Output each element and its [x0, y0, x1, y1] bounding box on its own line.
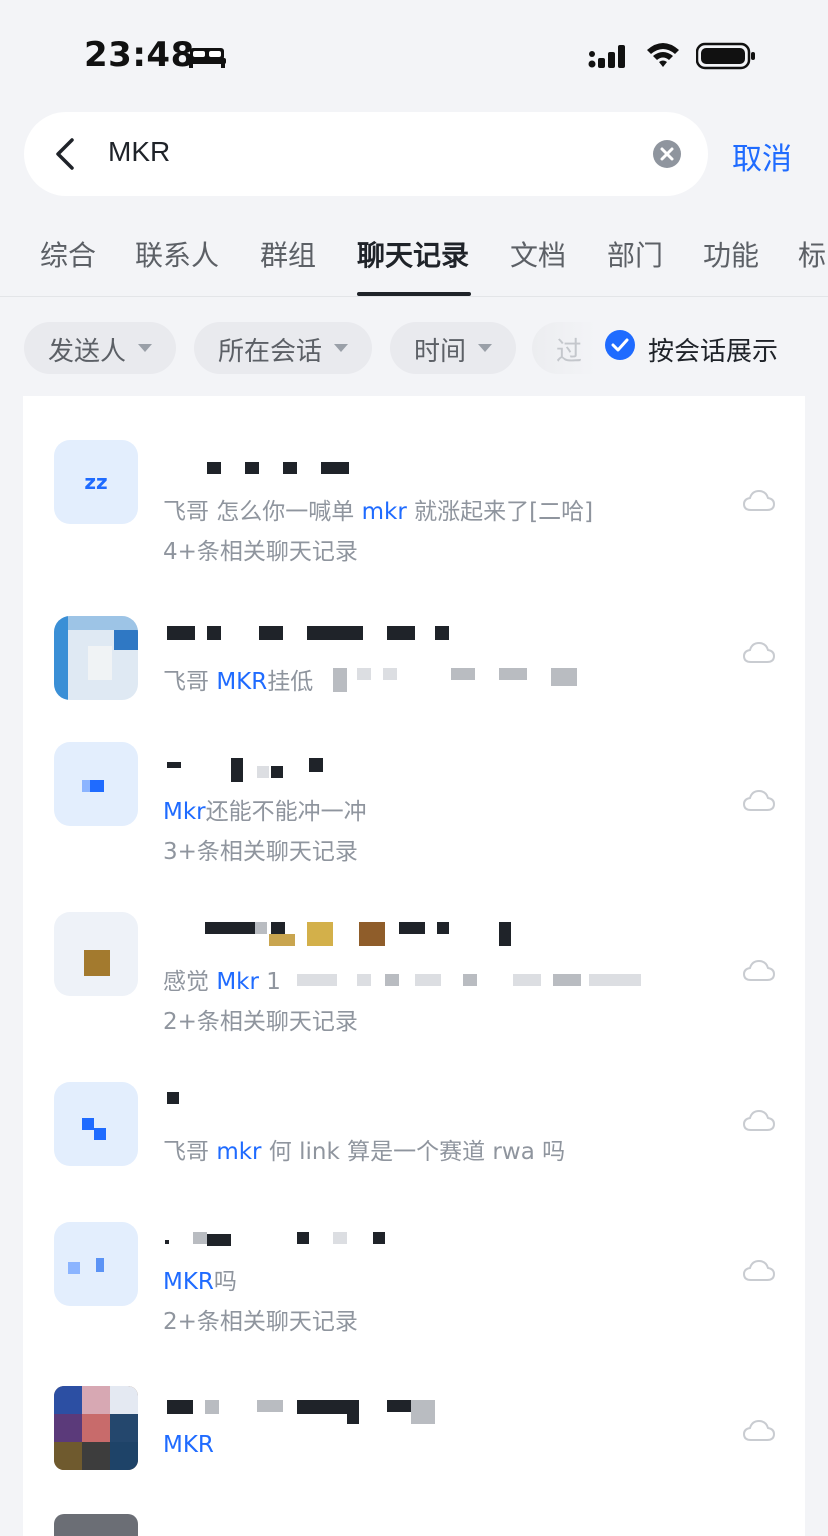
filter-more[interactable]: 过 [532, 322, 596, 374]
filter-time[interactable]: 时间 [390, 322, 516, 374]
avatar [54, 912, 138, 996]
related-count: 2+条相关聊天记录 [163, 1009, 358, 1035]
signal-icon [588, 45, 625, 68]
filter-sender-label: 发送人 [48, 337, 127, 367]
avatar [54, 1386, 138, 1470]
avatar [54, 1514, 138, 1536]
cloud-icon [743, 1420, 775, 1441]
conversation-title [163, 1400, 453, 1424]
message-snippet: 飞哥 MKR挂低 [163, 669, 314, 695]
tab-departments[interactable]: 部门 [607, 234, 663, 274]
tab-functions[interactable]: 功能 [703, 234, 759, 274]
avatar [54, 1222, 138, 1306]
list-item[interactable]: zz 飞哥 怎么你一喊单 mkr 就涨起来了[二哈] 4+条相关聊天记录 [23, 396, 805, 586]
related-count: 4+条相关聊天记录 [163, 539, 358, 565]
filter-conversation-label: 所在会话 [218, 337, 323, 367]
back-chevron-icon[interactable] [48, 134, 84, 174]
wifi-icon [647, 43, 679, 67]
filter-sender[interactable]: 发送人 [24, 322, 176, 374]
list-item[interactable]: MKR吗 2+条相关聊天记录 [23, 1206, 805, 1376]
caret-down-icon [478, 344, 492, 352]
cloud-icon [743, 1110, 775, 1131]
filter-time-label: 时间 [414, 337, 467, 367]
related-count: 3+条相关聊天记录 [163, 839, 358, 865]
filter-more-label: 过 [556, 337, 583, 367]
message-snippet: MKR [163, 1432, 214, 1458]
cloud-icon [743, 490, 775, 511]
conversation-title [163, 758, 363, 782]
status-bar: 23:48 [0, 0, 828, 110]
list-item[interactable]: 感觉 Mkr 1 2+条相关聊天记录 [23, 896, 805, 1066]
search-input[interactable]: MKR [108, 136, 170, 168]
list-item[interactable]: 飞哥 mkr 何 link 算是一个赛道 rwa 吗 [23, 1066, 805, 1206]
blurred-text [333, 668, 593, 692]
avatar [54, 1082, 138, 1166]
message-snippet: MKR吗 [163, 1269, 237, 1295]
list-item[interactable]: 飞哥 MKR挂低 [23, 596, 805, 726]
cloud-icon [743, 960, 775, 981]
tab-more[interactable]: 标 [798, 234, 826, 274]
message-snippet: 飞哥 怎么你一喊单 mkr 就涨起来了[二哈] [163, 499, 594, 525]
list-item[interactable] [23, 1514, 805, 1536]
divider [0, 296, 828, 297]
list-item[interactable]: MKR [23, 1376, 805, 1516]
tab-all[interactable]: 综合 [40, 234, 96, 274]
search-box[interactable]: MKR [24, 112, 708, 196]
cloud-icon [743, 1260, 775, 1281]
avatar [54, 742, 138, 826]
list-item[interactable]: Mkr还能不能冲一冲 3+条相关聊天记录 [23, 726, 805, 896]
cloud-icon [743, 642, 775, 663]
related-count: 2+条相关聊天记录 [163, 1309, 358, 1335]
tab-groups[interactable]: 群组 [260, 234, 316, 274]
message-snippet: 感觉 Mkr 1 [163, 969, 281, 995]
bed-icon [188, 48, 226, 68]
conversation-title [163, 460, 363, 476]
conversation-title [163, 626, 463, 642]
caret-down-icon [334, 344, 348, 352]
message-snippet: 飞哥 mkr 何 link 算是一个赛道 rwa 吗 [163, 1139, 566, 1165]
message-snippet: Mkr还能不能冲一冲 [163, 799, 367, 825]
caret-down-icon [138, 344, 152, 352]
group-by-conversation-label[interactable]: 按会话展示 [648, 331, 778, 368]
conversation-title [163, 1092, 203, 1108]
tab-bar: 综合 联系人 群组 聊天记录 文档 部门 功能 标 [0, 224, 828, 296]
avatar: zz [54, 440, 138, 524]
blurred-text [297, 974, 657, 988]
tab-contacts[interactable]: 联系人 [135, 234, 219, 274]
tab-docs[interactable]: 文档 [510, 234, 566, 274]
checkmark-icon [611, 338, 629, 352]
conversation-title [163, 1232, 393, 1248]
conversation-title [163, 922, 511, 946]
cancel-button[interactable]: 取消 [732, 134, 792, 178]
battery-icon [696, 42, 755, 70]
group-by-conversation-checkbox[interactable] [605, 330, 635, 360]
results-list: zz 飞哥 怎么你一喊单 mkr 就涨起来了[二哈] 4+条相关聊天记录 飞哥 … [23, 396, 805, 1536]
status-time: 23:48 [84, 35, 195, 75]
filter-conversation[interactable]: 所在会话 [194, 322, 372, 374]
avatar [54, 616, 138, 700]
clear-icon[interactable] [652, 139, 682, 169]
cloud-icon [743, 790, 775, 811]
tab-chat-history[interactable]: 聊天记录 [357, 234, 469, 274]
